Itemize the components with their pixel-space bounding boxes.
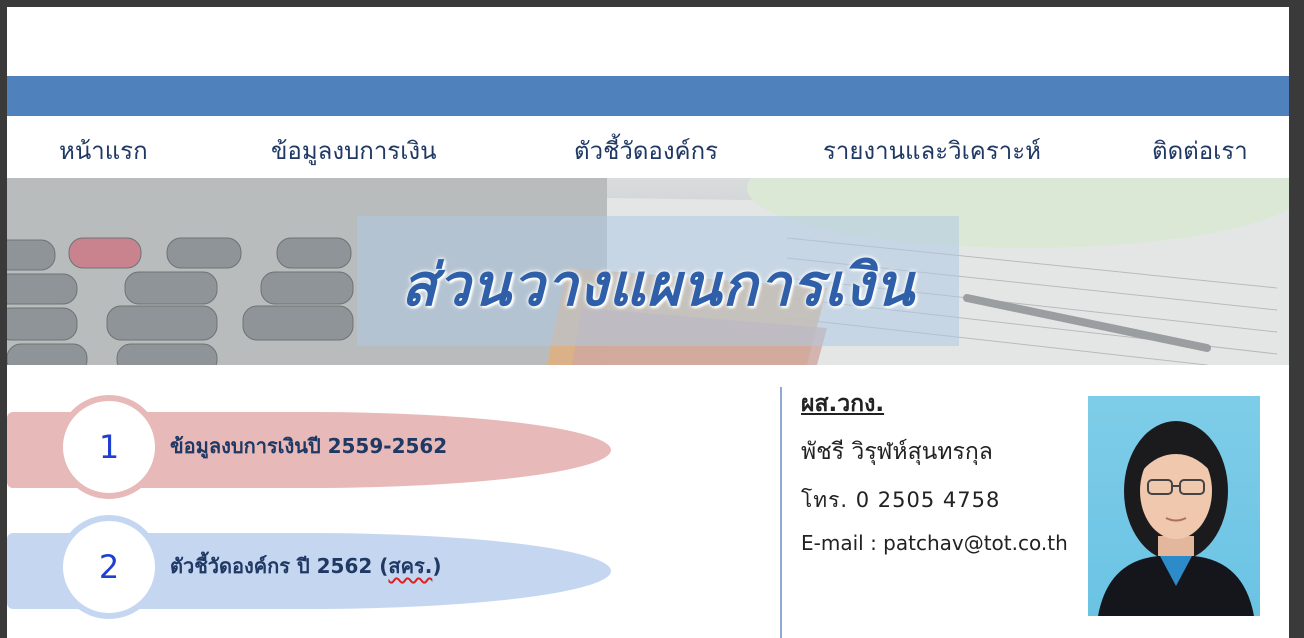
banner-title-box: ส่วนวางแผนการเงิน	[357, 216, 959, 346]
nav-item-home[interactable]: หน้าแรก	[59, 131, 148, 170]
nav-item-contact[interactable]: ติดต่อเรา	[1152, 131, 1248, 170]
nav-item-kpi[interactable]: ตัวชี้วัดองค์กร	[574, 131, 718, 170]
header-bar	[7, 76, 1289, 116]
menu-item-2-number: 2	[98, 548, 120, 586]
person-photo-icon	[1098, 421, 1254, 616]
menu-item-1-number: 1	[98, 428, 120, 466]
menu-item-2-label-main: ตัวชี้วัดองค์กร ปี 2562 (	[170, 554, 389, 578]
divider-line	[780, 387, 782, 638]
contact-phone: โทร. 0 2505 4758	[801, 488, 1001, 512]
menu-item-2-number-badge: 2	[57, 515, 161, 619]
menu-item-1-label[interactable]: ข้อมูลงบการเงินปี 2559-2562	[170, 430, 447, 462]
banner-title: ส่วนวางแผนการเงิน	[401, 251, 915, 319]
menu-item-2-label-abbr: สคร.	[388, 554, 433, 578]
page: หน้าแรก ข้อมูลงบการเงิน ตัวชี้วัดองค์กร …	[7, 7, 1289, 638]
contact-name: พัชรี วิรุฬห์สุนทรกุล	[801, 439, 993, 465]
main-nav: หน้าแรก ข้อมูลงบการเงิน ตัวชี้วัดองค์กร …	[7, 117, 1289, 179]
nav-item-financial-data[interactable]: ข้อมูลงบการเงิน	[271, 131, 437, 170]
menu-item-1-number-badge: 1	[57, 395, 161, 499]
menu-item-2-label-end: )	[432, 554, 442, 578]
contact-title: ผส.วกง.	[801, 391, 885, 417]
menu-item-2-label[interactable]: ตัวชี้วัดองค์กร ปี 2562 (สคร.)	[170, 550, 442, 582]
contact-photo	[1088, 396, 1260, 616]
nav-item-reports[interactable]: รายงานและวิเคราะห์	[823, 131, 1041, 170]
contact-card: ผส.วกง. พัชรี วิรุฬห์สุนทรกุล โทร. 0 250…	[801, 384, 1068, 555]
banner: ส่วนวางแผนการเงิน	[7, 178, 1289, 365]
contact-email[interactable]: E-mail : patchav@tot.co.th	[801, 531, 1068, 555]
